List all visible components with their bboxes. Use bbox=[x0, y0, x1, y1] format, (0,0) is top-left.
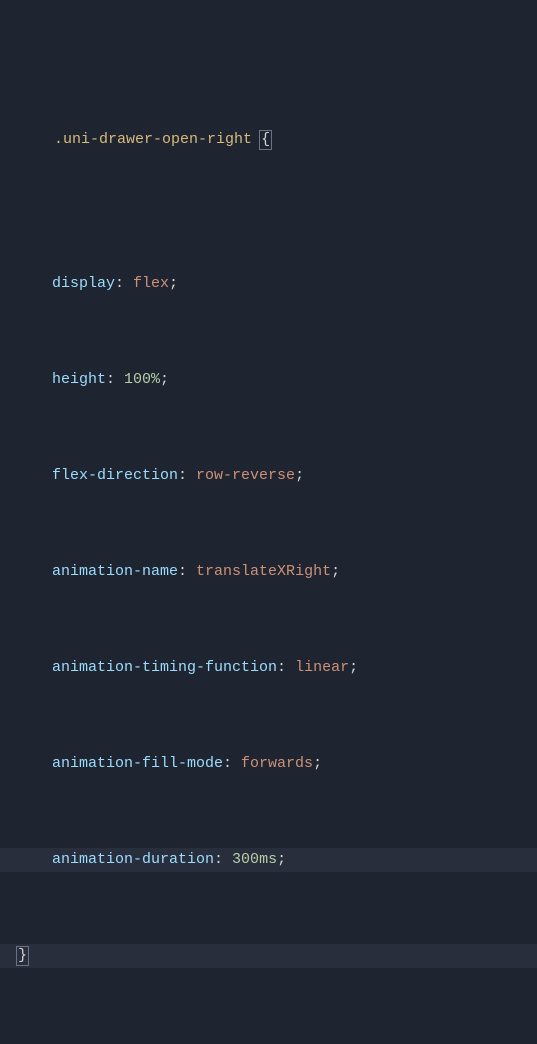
colon: : bbox=[106, 371, 124, 388]
semicolon: ; bbox=[349, 659, 358, 676]
css-value: forwards bbox=[241, 755, 313, 772]
css-value: flex bbox=[133, 275, 169, 292]
brace-open: { bbox=[259, 130, 272, 150]
code-line-active: animation-duration: 300ms; bbox=[0, 848, 537, 872]
semicolon: ; bbox=[169, 275, 178, 292]
css-property: animation-duration bbox=[52, 851, 214, 868]
css-selector: .uni-drawer-open-right bbox=[54, 131, 252, 148]
css-value: linear bbox=[295, 659, 349, 676]
css-property: height bbox=[52, 371, 106, 388]
semicolon: ; bbox=[295, 467, 304, 484]
code-line: animation-name: translateXRight; bbox=[0, 560, 537, 584]
css-property: animation-timing-function bbox=[52, 659, 277, 676]
colon: : bbox=[178, 467, 196, 484]
code-line: animation-fill-mode: forwards; bbox=[0, 752, 537, 776]
colon: : bbox=[115, 275, 133, 292]
css-unit: ms bbox=[259, 851, 277, 868]
code-line: display: flex; bbox=[0, 272, 537, 296]
semicolon: ; bbox=[277, 851, 286, 868]
semicolon: ; bbox=[313, 755, 322, 772]
brace-close: } bbox=[16, 946, 29, 966]
colon: : bbox=[277, 659, 295, 676]
code-editor[interactable]: .uni-drawer-open-right { display: flex; … bbox=[0, 8, 537, 1044]
code-line: flex-direction: row-reverse; bbox=[0, 464, 537, 488]
css-property: animation-name bbox=[52, 563, 178, 580]
semicolon: ; bbox=[331, 563, 340, 580]
css-value: 100% bbox=[124, 371, 160, 388]
code-line: animation-timing-function: linear; bbox=[0, 656, 537, 680]
css-property: display bbox=[52, 275, 115, 292]
code-line: .uni-drawer-open-right { bbox=[0, 104, 537, 176]
css-property: flex-direction bbox=[52, 467, 178, 484]
semicolon: ; bbox=[160, 371, 169, 388]
css-value: translateXRight bbox=[196, 563, 331, 580]
css-value: row-reverse bbox=[196, 467, 295, 484]
colon: : bbox=[223, 755, 241, 772]
css-number: 300 bbox=[232, 851, 259, 868]
code-line-active: } bbox=[0, 944, 537, 968]
colon: : bbox=[214, 851, 232, 868]
css-property: animation-fill-mode bbox=[52, 755, 223, 772]
colon: : bbox=[178, 563, 196, 580]
code-line: height: 100%; bbox=[0, 368, 537, 392]
